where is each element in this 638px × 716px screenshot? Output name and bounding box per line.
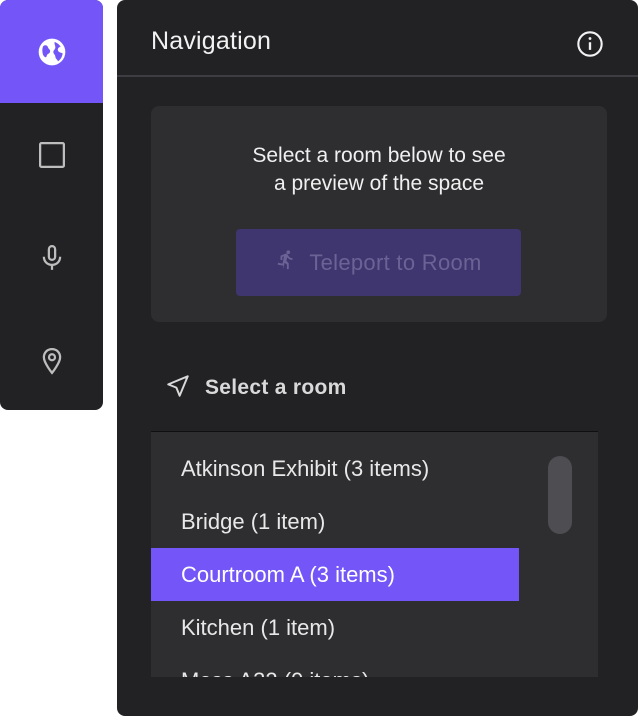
rail-button-microphone[interactable] (0, 206, 103, 309)
room-list[interactable]: Atkinson Exhibit (3 items) Bridge (1 ite… (151, 431, 598, 677)
panel-title: Navigation (151, 27, 272, 55)
list-item[interactable]: Bridge (1 item) (151, 495, 519, 548)
list-item[interactable]: Atkinson Exhibit (3 items) (151, 442, 519, 495)
panel-header: Navigation (117, 0, 638, 77)
rail-button-globe[interactable] (0, 0, 103, 103)
info-icon[interactable] (576, 30, 604, 58)
scrollbar-thumb[interactable] (548, 456, 572, 534)
square-icon (37, 140, 67, 170)
teleport-button-label: Teleport to Room (309, 249, 482, 275)
room-preview-card: Select a room below to see a preview of … (151, 106, 607, 322)
rail-button-square[interactable] (0, 103, 103, 206)
navigation-arrow-icon (165, 373, 191, 404)
list-item[interactable]: Kitchen (1 item) (151, 601, 519, 654)
location-pin-icon (37, 346, 67, 376)
globe-icon (36, 36, 68, 68)
preview-hint-line-2: a preview of the space (273, 172, 485, 195)
running-person-icon (275, 248, 297, 278)
preview-hint-line-1: Select a room below to see (252, 144, 506, 167)
teleport-to-room-button[interactable]: Teleport to Room (236, 229, 521, 296)
rail-button-location[interactable] (0, 309, 103, 410)
list-item[interactable]: Mess A32 (0 items) (151, 654, 519, 678)
preview-hint: Select a room below to see a preview of … (151, 142, 607, 198)
room-select-header: Select a room (165, 370, 347, 406)
navigation-panel: Navigation Select a room below to see a … (117, 0, 638, 716)
list-item-selected[interactable]: Courtroom A (3 items) (151, 548, 519, 601)
room-select-label: Select a room (205, 376, 347, 399)
side-rail (0, 0, 103, 410)
microphone-icon (37, 243, 67, 273)
